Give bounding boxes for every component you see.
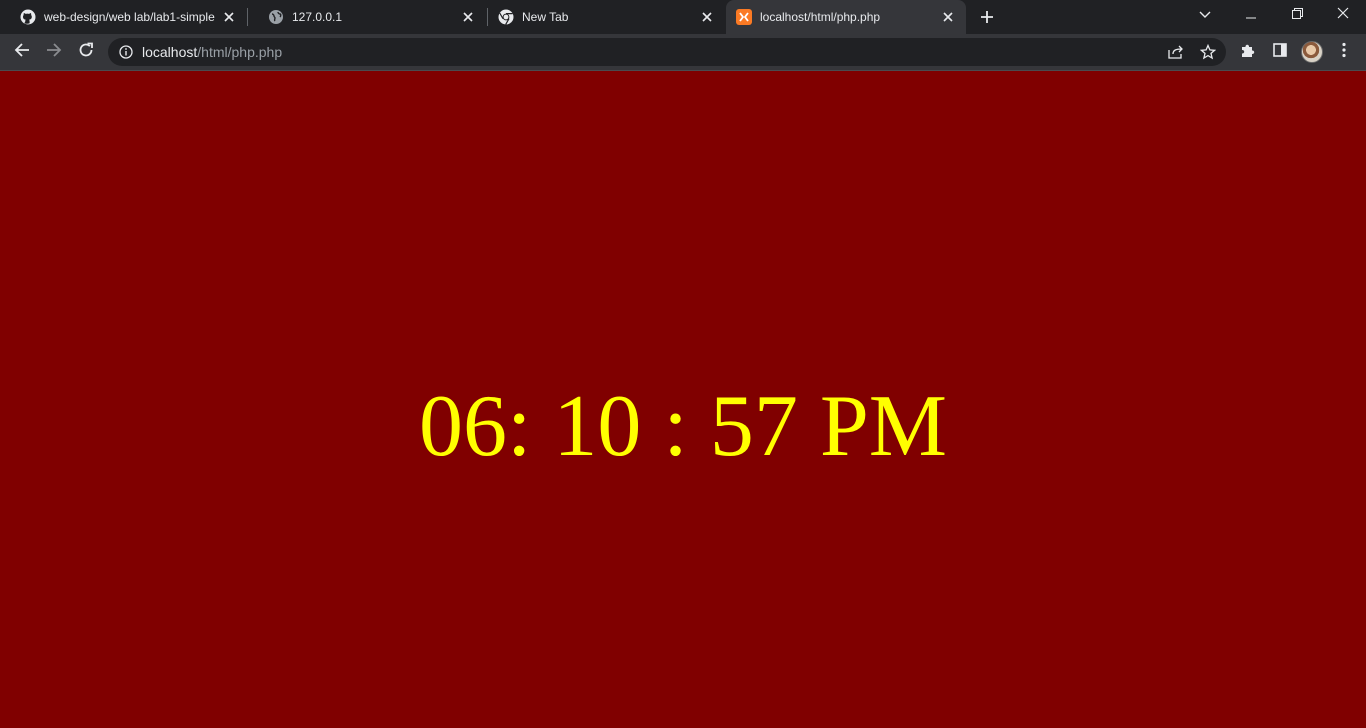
close-tab-icon[interactable]	[699, 9, 715, 25]
xampp-icon	[736, 9, 752, 25]
side-panel-icon	[1273, 42, 1287, 62]
globe-icon	[268, 9, 284, 25]
arrow-right-icon	[46, 42, 62, 63]
page-content: 06: 10 : 57 PM	[0, 71, 1366, 728]
tab-title: New Tab	[522, 10, 569, 24]
profile-avatar[interactable]	[1301, 41, 1323, 63]
site-info-icon[interactable]	[118, 44, 134, 60]
kebab-menu-icon	[1342, 42, 1346, 63]
tab-title: web-design/web lab/lab1-simple	[44, 10, 215, 24]
url-text[interactable]: localhost/html/php.php	[142, 44, 282, 60]
tab-new-tab[interactable]: New Tab	[488, 0, 725, 34]
reload-button[interactable]	[72, 38, 100, 66]
browser-window: web-design/web lab/lab1-simple 127.0.0.1…	[0, 0, 1366, 728]
github-icon	[20, 9, 36, 25]
url-path: /html/php.php	[197, 44, 283, 60]
arrow-left-icon	[14, 42, 30, 63]
new-tab-button[interactable]	[976, 6, 998, 28]
close-window-button[interactable]	[1320, 0, 1366, 30]
forward-button[interactable]	[40, 38, 68, 66]
chevron-down-icon	[1199, 6, 1211, 24]
bookmark-star-icon[interactable]	[1197, 42, 1219, 62]
side-panel-button[interactable]	[1266, 38, 1294, 66]
tab-title: localhost/html/php.php	[760, 10, 881, 24]
close-tab-icon[interactable]	[940, 9, 956, 25]
back-button[interactable]	[8, 38, 36, 66]
browser-toolbar: localhost/html/php.php	[0, 34, 1366, 71]
puzzle-icon	[1240, 42, 1256, 63]
browser-menu-button[interactable]	[1330, 38, 1358, 66]
tab-localhost-ip[interactable]: 127.0.0.1	[248, 0, 486, 34]
tab-strip: web-design/web lab/lab1-simple 127.0.0.1…	[0, 0, 1366, 34]
digital-clock: 06: 10 : 57 PM	[418, 378, 948, 475]
tab-search-button[interactable]	[1182, 0, 1228, 30]
tab-php-page[interactable]: localhost/html/php.php	[726, 0, 966, 34]
close-icon	[1337, 6, 1349, 24]
url-host: localhost	[142, 44, 198, 60]
restore-button[interactable]	[1274, 0, 1320, 30]
chrome-icon	[498, 9, 514, 25]
close-tab-icon[interactable]	[460, 9, 476, 25]
reload-icon	[78, 42, 94, 63]
close-tab-icon[interactable]	[221, 9, 237, 25]
extensions-button[interactable]	[1234, 38, 1262, 66]
address-bar[interactable]: localhost/html/php.php	[108, 38, 1226, 66]
minimize-button[interactable]	[1228, 0, 1274, 30]
share-icon[interactable]	[1165, 42, 1187, 62]
tab-title: 127.0.0.1	[292, 10, 343, 24]
tab-github[interactable]: web-design/web lab/lab1-simple	[0, 0, 247, 34]
restore-icon	[1291, 6, 1303, 24]
minimize-icon	[1246, 6, 1256, 24]
